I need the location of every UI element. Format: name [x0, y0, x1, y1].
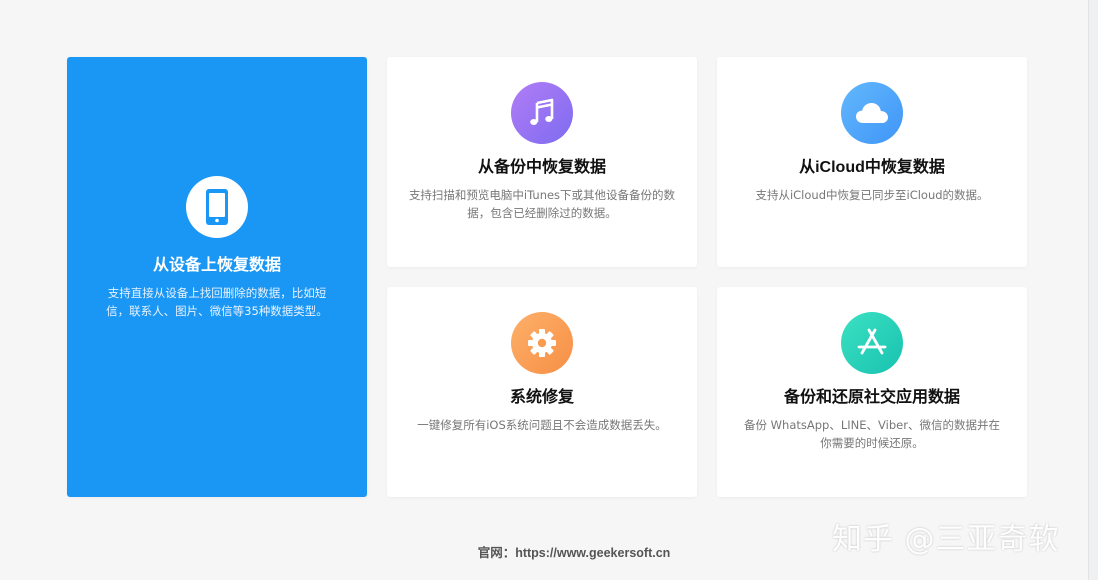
cloud-icon [856, 103, 888, 123]
app-store-icon-circle [841, 312, 903, 374]
social-app-backup-card[interactable]: 备份和还原社交应用数据 备份 WhatsApp、LINE、Viber、微信的数据… [717, 287, 1027, 497]
app-store-icon [857, 328, 887, 355]
card-description: 支持扫描和预览电脑中iTunes下或其他设备备份的数据，包含已经删除过的数据。 [408, 188, 676, 220]
gear-icon [528, 329, 556, 357]
card-title: 备份和还原社交应用数据 [783, 389, 960, 406]
card-description: 支持直接从设备上找回删除的数据，比如短信，联系人、图片、微信等35种数据类型。 [106, 286, 328, 318]
music-icon-circle [511, 82, 573, 144]
card-description: 支持从iCloud中恢复已同步至iCloud的数据。 [755, 188, 989, 202]
card-description: 一键修复所有iOS系统问题且不会造成数据丢失。 [417, 418, 667, 432]
card-title: 从设备上恢复数据 [152, 257, 281, 274]
cloud-icon-circle [841, 82, 903, 144]
recover-from-device-card[interactable]: 从设备上恢复数据 支持直接从设备上找回删除的数据，比如短信，联系人、图片、微信等… [67, 57, 367, 497]
phone-icon-circle [186, 176, 248, 238]
card-title: 系统修复 [509, 389, 574, 406]
music-note-icon [530, 98, 554, 125]
card-title: 从iCloud中恢复数据 [799, 159, 945, 176]
window-edge [1088, 0, 1098, 580]
recover-from-backup-card[interactable]: 从备份中恢复数据 支持扫描和预览电脑中iTunes下或其他设备备份的数据，包含已… [387, 57, 697, 267]
card-description: 备份 WhatsApp、LINE、Viber、微信的数据并在你需要的时候还原。 [744, 418, 1000, 450]
phone-icon [206, 189, 228, 225]
gear-icon-circle [511, 312, 573, 374]
recover-from-icloud-card[interactable]: 从iCloud中恢复数据 支持从iCloud中恢复已同步至iCloud的数据。 [717, 57, 1027, 267]
card-title: 从备份中恢复数据 [477, 159, 606, 176]
watermark: 知乎 @三亚奇软 [832, 522, 1060, 557]
system-repair-card[interactable]: 系统修复 一键修复所有iOS系统问题且不会造成数据丢失。 [387, 287, 697, 497]
